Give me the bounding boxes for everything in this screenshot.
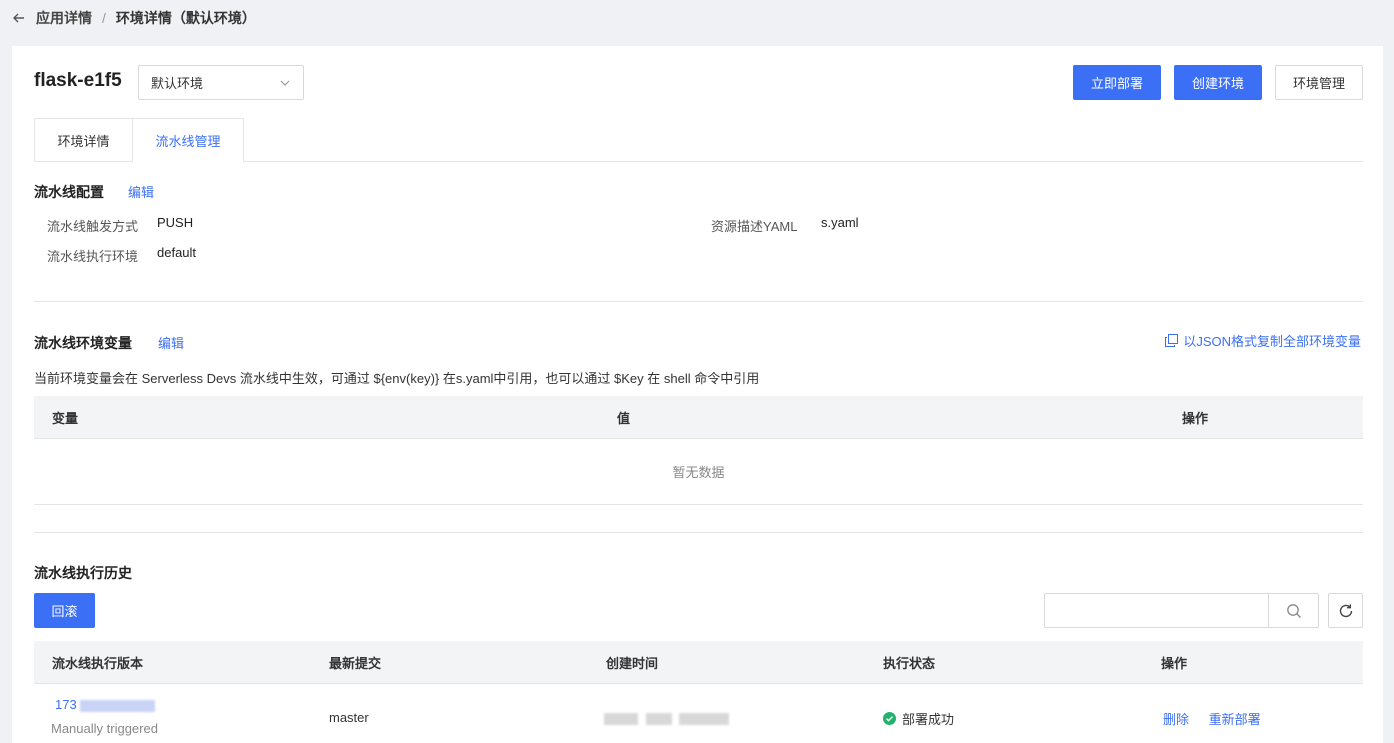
arrow-left-icon[interactable]: [12, 11, 26, 25]
rollback-button[interactable]: 回滚: [34, 593, 95, 628]
status-text: 部署成功: [902, 712, 955, 727]
main-card: flask-e1f5 默认环境 立即部署 创建环境 环境管理 环境详情 流水线管…: [12, 46, 1383, 743]
search-icon[interactable]: [1268, 594, 1318, 627]
empty-state-text: 暂无数据: [34, 439, 1363, 505]
status-badge: 部署成功: [883, 709, 954, 728]
commit-branch: master: [329, 710, 369, 725]
create-env-button[interactable]: 创建环境: [1174, 65, 1262, 100]
breadcrumb-current: 环境详情（默认环境）: [115, 10, 256, 26]
column-header-variable: 变量: [52, 411, 79, 426]
history-table: 流水线执行版本 最新提交 创建时间 执行状态 操作: [34, 641, 1363, 684]
divider: [34, 301, 1363, 302]
column-header-status: 执行状态: [883, 656, 936, 671]
version-link[interactable]: 173: [55, 697, 155, 712]
redacted-version: [79, 699, 155, 712]
table-header: 流水线执行版本 最新提交 创建时间 执行状态 操作: [34, 641, 1363, 684]
row-actions: 删除 重新部署: [1163, 709, 1261, 728]
trigger-value: PUSH: [157, 215, 194, 230]
app-name-title: flask-e1f5: [34, 70, 122, 91]
copy-icon: [1165, 334, 1179, 347]
column-header-actions: 操作: [1182, 411, 1209, 426]
breadcrumb-separator: /: [102, 10, 106, 26]
tab-pipeline-management[interactable]: 流水线管理: [132, 118, 244, 163]
env-vars-hint: 当前环境变量会在 Serverless Devs 流水线中生效，可通过 ${en…: [34, 371, 760, 386]
deploy-button[interactable]: 立即部署: [1073, 65, 1161, 100]
manage-env-button[interactable]: 环境管理: [1275, 65, 1363, 100]
column-header-version: 流水线执行版本: [52, 656, 144, 671]
history-title: 流水线执行历史: [34, 565, 132, 581]
redeploy-link[interactable]: 重新部署: [1209, 712, 1261, 727]
version-number: 173: [55, 697, 77, 712]
exec-env-label: 流水线执行环境: [47, 249, 139, 264]
tab-bar: 环境详情 流水线管理: [34, 118, 1363, 163]
trigger-type: Manually triggered: [51, 721, 158, 736]
breadcrumb: 应用详情 / 环境详情（默认环境）: [12, 9, 256, 27]
env-select-value: 默认环境: [151, 76, 204, 91]
env-select-dropdown[interactable]: 默认环境: [138, 65, 304, 100]
history-search-input[interactable]: [1045, 594, 1267, 627]
delete-link[interactable]: 删除: [1163, 712, 1189, 727]
table-header: 变量 值 操作: [34, 396, 1363, 439]
check-circle-icon: [883, 712, 896, 725]
env-vars-table: 变量 值 操作 暂无数据: [34, 396, 1363, 505]
column-header-created-time: 创建时间: [606, 656, 659, 671]
tab-env-details[interactable]: 环境详情: [34, 118, 133, 162]
created-time-redacted: [604, 710, 730, 725]
pipeline-config-title: 流水线配置: [34, 184, 104, 200]
yaml-value: s.yaml: [821, 215, 859, 230]
copy-json-label: 以JSON格式复制全部环境变量: [1183, 334, 1361, 349]
env-vars-edit-link[interactable]: 编辑: [158, 333, 184, 352]
copy-json-link[interactable]: 以JSON格式复制全部环境变量: [1165, 331, 1361, 350]
pipeline-config-edit-link[interactable]: 编辑: [128, 182, 154, 201]
chevron-down-icon: [279, 77, 291, 89]
env-vars-title: 流水线环境变量: [34, 335, 132, 351]
divider: [34, 532, 1363, 533]
refresh-icon[interactable]: [1328, 593, 1363, 628]
exec-env-value: default: [157, 245, 197, 260]
trigger-label: 流水线触发方式: [47, 219, 139, 234]
column-header-commit: 最新提交: [329, 656, 382, 671]
column-header-value: 值: [617, 411, 631, 426]
yaml-label: 资源描述YAML: [711, 219, 798, 234]
breadcrumb-parent-link[interactable]: 应用详情: [36, 8, 92, 28]
history-search: [1044, 593, 1319, 628]
column-header-actions: 操作: [1161, 656, 1188, 671]
